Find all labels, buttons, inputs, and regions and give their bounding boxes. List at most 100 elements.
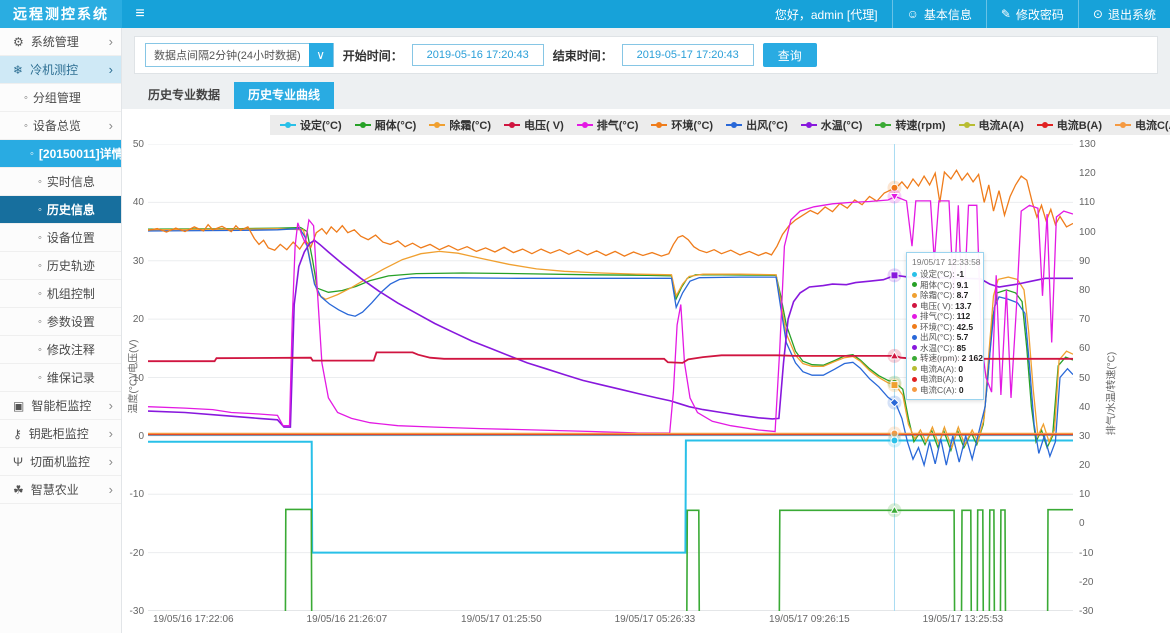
bullet-icon: ◦	[30, 148, 34, 160]
edit-icon: ✎	[1001, 7, 1011, 21]
tooltip-row: 转速(rpm):2 162	[912, 353, 978, 364]
sidebar-item[interactable]: ⚷钥匙柜监控›	[0, 420, 121, 448]
right-axis-tick: -10	[1079, 548, 1113, 559]
sidebar-item[interactable]: ☘智慧农业›	[0, 476, 121, 504]
sidebar-item[interactable]: ◦实时信息	[0, 168, 121, 196]
right-axis-tick: 20	[1079, 460, 1113, 471]
interval-select[interactable]: 数据点间隔2分钟(24小时数据) ∨	[145, 43, 334, 67]
bullet-icon: ◦	[38, 344, 42, 356]
bullet-icon: ◦	[38, 316, 42, 328]
sidebar-item[interactable]: ◦机组控制	[0, 280, 121, 308]
tooltip-row: 电流B(A):0	[912, 374, 978, 385]
tooltip-series-value: 8.7	[957, 290, 969, 301]
tooltip-row: 电流C(A):0	[912, 385, 978, 396]
legend-item[interactable]: 电流B(A)	[1037, 117, 1102, 133]
sidebar-item-label: 机组控制	[47, 285, 95, 302]
legend-line-dot-icon	[1037, 124, 1053, 126]
sidebar-item[interactable]: ◦历史信息	[0, 196, 121, 224]
series-setpoint	[148, 441, 1073, 553]
bullet-icon: ◦	[38, 176, 42, 188]
legend-item[interactable]: 水温(°C)	[801, 117, 863, 133]
left-axis-tick: -10	[122, 489, 144, 500]
cutter-icon: Ψ	[13, 455, 23, 469]
query-toolbar: 数据点间隔2分钟(24小时数据) ∨ 开始时间： 结束时间： 查询	[134, 36, 1158, 74]
tooltip-series-value: 0	[959, 385, 964, 396]
series-dot-icon	[912, 377, 917, 382]
bullet-icon: ◦	[38, 372, 42, 384]
series-dot-icon	[912, 293, 917, 298]
tooltip-series-label: 设定(°C):	[920, 269, 955, 280]
x-axis-tick: 19/05/17 05:26:33	[600, 614, 710, 625]
legend-label: 电流B(A)	[1057, 117, 1102, 133]
x-axis-tick: 19/05/17 01:25:50	[446, 614, 556, 625]
legend-label: 排气(°C)	[597, 117, 639, 133]
sidebar-item[interactable]: ◦修改注释	[0, 336, 121, 364]
legend-line-dot-icon	[801, 124, 817, 126]
query-button[interactable]: 查询	[763, 43, 817, 67]
tooltip-series-label: 电流C(A):	[920, 385, 957, 396]
change-password-button[interactable]: ✎ 修改密码	[986, 0, 1078, 28]
left-axis-tick: -20	[122, 548, 144, 559]
sidebar-item[interactable]: ⚙系统管理›	[0, 28, 121, 56]
right-axis-tick: 120	[1079, 168, 1113, 179]
sidebar-item-label: [20150011]详情	[39, 145, 122, 162]
right-axis-tick: -20	[1079, 577, 1113, 588]
sidebar-item[interactable]: ◦[20150011]详情›	[0, 140, 121, 168]
tab-history-curve[interactable]: 历史专业曲线	[234, 82, 334, 109]
sidebar-item-label: 分组管理	[33, 89, 81, 106]
legend-line-dot-icon	[577, 124, 593, 126]
sidebar-item-label: 设备总览	[33, 117, 81, 134]
chevron-right-icon: ›	[109, 34, 121, 49]
sidebar-item[interactable]: ❄冷机测控›	[0, 56, 121, 84]
chart-legend: 设定(°C) 厢体(°C) 除霜(°C) 电压( V) 排气(°C) 环境(°C) 出风(°…	[270, 115, 1170, 135]
legend-item[interactable]: 厢体(°C)	[355, 117, 417, 133]
legend-line-dot-icon	[429, 124, 445, 126]
tooltip-row: 除霜(°C):8.7	[912, 290, 978, 301]
interval-select-value: 数据点间隔2分钟(24小时数据)	[146, 47, 309, 63]
sidebar-item[interactable]: Ψ切面机监控›	[0, 448, 121, 476]
right-axis-tick: 70	[1079, 314, 1113, 325]
legend-item[interactable]: 出风(°C)	[726, 117, 788, 133]
topbar: 远程测控系统 ≡ 您好，admin [代理] ☺ 基本信息 ✎ 修改密码 ⊙ 退…	[0, 0, 1170, 28]
legend-item[interactable]: 电压( V)	[504, 117, 564, 133]
sidebar-item[interactable]: ◦设备总览›	[0, 112, 121, 140]
right-axis-tick: -30	[1079, 606, 1113, 617]
legend-item[interactable]: 设定(°C)	[280, 117, 342, 133]
cabinet-icon: ▣	[13, 399, 24, 413]
chart-tooltip: 19/05/17 12:33:58 设定(°C):-1厢体(°C):9.1除霜(…	[906, 252, 984, 400]
sidebar-item[interactable]: ▣智能柜监控›	[0, 392, 121, 420]
legend-item[interactable]: 排气(°C)	[577, 117, 639, 133]
sidebar-item[interactable]: ◦设备位置	[0, 224, 121, 252]
bullet-icon: ◦	[24, 120, 28, 132]
tooltip-row: 出风(°C):5.7	[912, 332, 978, 343]
basic-info-button[interactable]: ☺ 基本信息	[892, 0, 986, 28]
legend-item[interactable]: 除霜(°C)	[429, 117, 491, 133]
chevron-down-icon: ∨	[309, 43, 333, 67]
sidebar-item-label: 参数设置	[47, 313, 95, 330]
legend-item[interactable]: 转速(rpm)	[875, 117, 945, 133]
series-marker	[891, 382, 898, 389]
start-time-input[interactable]	[412, 44, 544, 66]
sidebar-item-label: 历史轨迹	[47, 257, 95, 274]
sidebar: ⚙系统管理›❄冷机测控›◦分组管理◦设备总览›◦[20150011]详情›◦实时…	[0, 28, 122, 633]
tab-history-data[interactable]: 历史专业数据	[134, 82, 234, 109]
logout-button[interactable]: ⊙ 退出系统	[1078, 0, 1170, 28]
left-axis-tick: 50	[122, 139, 144, 150]
tooltip-series-value: 85	[957, 343, 966, 354]
series-dot-icon	[912, 335, 917, 340]
hamburger-menu-icon[interactable]: ≡	[122, 5, 158, 23]
tooltip-series-value: 5.7	[957, 332, 969, 343]
end-time-input[interactable]	[622, 44, 754, 66]
tooltip-series-label: 除霜(°C):	[920, 290, 955, 301]
legend-label: 设定(°C)	[300, 117, 342, 133]
sidebar-item[interactable]: ◦分组管理	[0, 84, 121, 112]
sidebar-item-label: 智能柜监控	[31, 397, 91, 414]
legend-line-dot-icon	[355, 124, 371, 126]
legend-item[interactable]: 环境(°C)	[651, 117, 713, 133]
sidebar-item[interactable]: ◦维保记录	[0, 364, 121, 392]
legend-item[interactable]: 电流A(A)	[959, 117, 1024, 133]
legend-item[interactable]: 电流C(A)	[1115, 117, 1170, 133]
app-window: 远程测控系统 ≡ 您好，admin [代理] ☺ 基本信息 ✎ 修改密码 ⊙ 退…	[0, 0, 1170, 633]
sidebar-item[interactable]: ◦ 参数设置	[0, 308, 121, 336]
sidebar-item[interactable]: ◦历史轨迹	[0, 252, 121, 280]
